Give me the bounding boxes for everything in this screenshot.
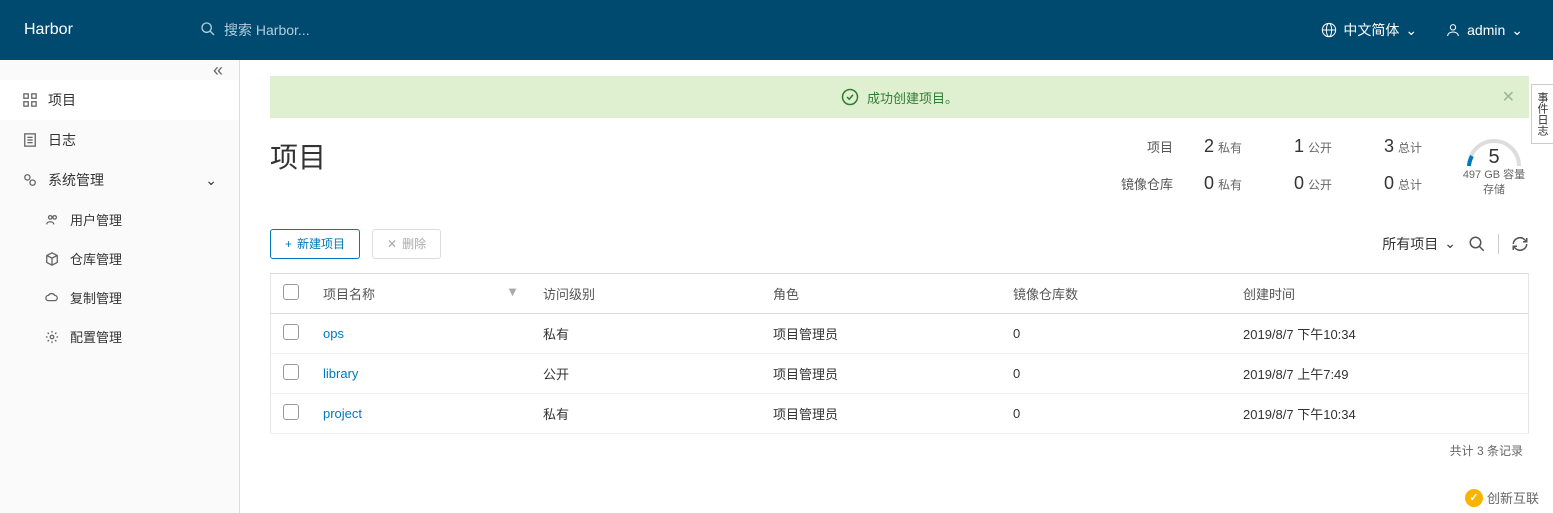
globe-icon [1321, 22, 1337, 38]
search-icon [200, 21, 216, 40]
delete-button[interactable]: ✕ 删除 [372, 229, 441, 259]
alert-close-button[interactable]: ✕ [1502, 87, 1515, 107]
watermark: ✓ 创新互联 [1465, 488, 1539, 507]
cell-access: 公开 [531, 353, 761, 393]
stat-proj-private: 2 [1204, 136, 1214, 156]
row-checkbox[interactable] [283, 364, 299, 380]
stat-row-repos: 镜像仓库 [1121, 174, 1173, 193]
event-log-toggle[interactable]: 事件日志 [1531, 84, 1553, 144]
check-circle-icon [841, 88, 859, 106]
button-label: 删除 [402, 235, 426, 252]
user-icon [1445, 22, 1461, 38]
cell-created: 2019/8/7 上午7:49 [1231, 353, 1529, 393]
cell-repo-count: 0 [1001, 353, 1231, 393]
cell-created: 2019/8/7 下午10:34 [1231, 393, 1529, 433]
stat-proj-public: 1 [1294, 136, 1304, 156]
users-icon [44, 212, 60, 228]
cell-access: 私有 [531, 393, 761, 433]
projects-icon [22, 92, 38, 108]
cell-role: 项目管理员 [761, 353, 1001, 393]
sidebar-item-label: 项目 [48, 90, 76, 110]
sidebar-item-label: 复制管理 [70, 288, 122, 307]
chevron-down-icon: ⌄ [1444, 235, 1456, 252]
sidebar-item-label: 日志 [48, 130, 76, 150]
sidebar-item-users[interactable]: 用户管理 [0, 200, 239, 239]
x-icon: ✕ [387, 237, 397, 251]
user-label: admin [1467, 22, 1505, 38]
select-label: 所有项目 [1382, 234, 1438, 254]
stat-repo-private: 0 [1204, 173, 1214, 193]
search-placeholder: 搜索 Harbor... [224, 20, 310, 40]
cell-access: 私有 [531, 313, 761, 353]
alert-message: 成功创建项目。 [867, 88, 958, 107]
sidebar-item-label: 系统管理 [48, 170, 104, 190]
language-selector[interactable]: 中文简体 ⌄ [1321, 20, 1417, 40]
column-access: 访问级别 [531, 273, 761, 313]
system-icon [22, 172, 38, 188]
global-search[interactable]: 搜索 Harbor... [200, 20, 310, 40]
stat-repo-public: 0 [1294, 173, 1304, 193]
sidebar-item-repositories[interactable]: 仓库管理 [0, 239, 239, 278]
button-label: 新建项目 [297, 235, 345, 252]
column-name: 项目名称 [323, 287, 375, 302]
page-title: 项目 [270, 136, 326, 176]
refresh-button[interactable] [1511, 235, 1529, 253]
cell-role: 项目管理员 [761, 313, 1001, 353]
cube-icon [44, 251, 60, 267]
plus-icon: + [285, 237, 292, 251]
table-row: library公开项目管理员02019/8/7 上午7:49 [271, 353, 1529, 393]
record-count: 共计 3 条记录 [270, 434, 1529, 459]
chevron-down-icon: ⌄ [205, 172, 217, 189]
column-created: 创建时间 [1231, 273, 1529, 313]
project-name-link[interactable]: ops [311, 313, 531, 353]
chevron-down-icon: ⌄ [1511, 22, 1523, 39]
search-button[interactable] [1468, 235, 1486, 253]
cell-repo-count: 0 [1001, 393, 1231, 433]
main-content: 成功创建项目。 ✕ 项目 项目 2私有 1公开 3总计 镜像仓库 0私有 0公开… [240, 60, 1553, 513]
sidebar-item-configuration[interactable]: 配置管理 [0, 317, 239, 356]
stat-repo-total: 0 [1384, 173, 1394, 193]
language-label: 中文简体 [1343, 20, 1399, 40]
topbar: Harbor 搜索 Harbor... 中文简体 ⌄ admin ⌄ [0, 0, 1553, 60]
cell-role: 项目管理员 [761, 393, 1001, 433]
sidebar-item-label: 用户管理 [70, 210, 122, 229]
sidebar-item-logs[interactable]: 日志 [0, 120, 239, 160]
projects-table: 项目名称 ▼ 访问级别 角色 镜像仓库数 创建时间 ops私有项目管理员02019… [270, 273, 1529, 434]
cell-created: 2019/8/7 下午10:34 [1231, 313, 1529, 353]
column-role: 角色 [761, 273, 1001, 313]
collapse-sidebar-button[interactable]: « [0, 60, 239, 80]
project-name-link[interactable]: project [311, 393, 531, 433]
brand-logo: Harbor [0, 21, 200, 39]
sidebar-item-replication[interactable]: 复制管理 [0, 278, 239, 317]
cell-repo-count: 0 [1001, 313, 1231, 353]
stat-proj-total: 3 [1384, 136, 1394, 156]
row-checkbox[interactable] [283, 404, 299, 420]
sidebar-item-label: 仓库管理 [70, 249, 122, 268]
select-all-checkbox[interactable] [283, 284, 299, 300]
table-row: project私有项目管理员02019/8/7 下午10:34 [271, 393, 1529, 433]
gear-icon [44, 329, 60, 345]
stats-grid: 项目 2私有 1公开 3总计 镜像仓库 0私有 0公开 0总计 [1121, 136, 1443, 194]
sidebar-item-projects[interactable]: 项目 [0, 80, 239, 120]
user-menu[interactable]: admin ⌄ [1445, 22, 1523, 39]
stat-row-projects: 项目 [1121, 137, 1173, 156]
row-checkbox[interactable] [283, 324, 299, 340]
sidebar: « 项目 日志 系统管理 ⌄ 用户管理 仓库管理 复制管理 配置管理 [0, 60, 240, 513]
sidebar-item-system[interactable]: 系统管理 ⌄ [0, 160, 239, 200]
success-alert: 成功创建项目。 ✕ [270, 76, 1529, 118]
watermark-icon: ✓ [1465, 489, 1483, 507]
storage-gauge: 5 497 GB 容量 存储 [1459, 136, 1529, 199]
sidebar-item-label: 配置管理 [70, 327, 122, 346]
logs-icon [22, 132, 38, 148]
column-repo-count: 镜像仓库数 [1001, 273, 1231, 313]
project-name-link[interactable]: library [311, 353, 531, 393]
chevron-down-icon: ⌄ [1405, 22, 1417, 39]
project-filter-select[interactable]: 所有项目 ⌄ [1382, 234, 1456, 254]
divider [1498, 234, 1499, 254]
cloud-icon [44, 290, 60, 306]
filter-icon[interactable]: ▼ [506, 284, 519, 299]
topbar-right: 中文简体 ⌄ admin ⌄ [1321, 20, 1553, 40]
table-row: ops私有项目管理员02019/8/7 下午10:34 [271, 313, 1529, 353]
new-project-button[interactable]: + 新建项目 [270, 229, 360, 259]
